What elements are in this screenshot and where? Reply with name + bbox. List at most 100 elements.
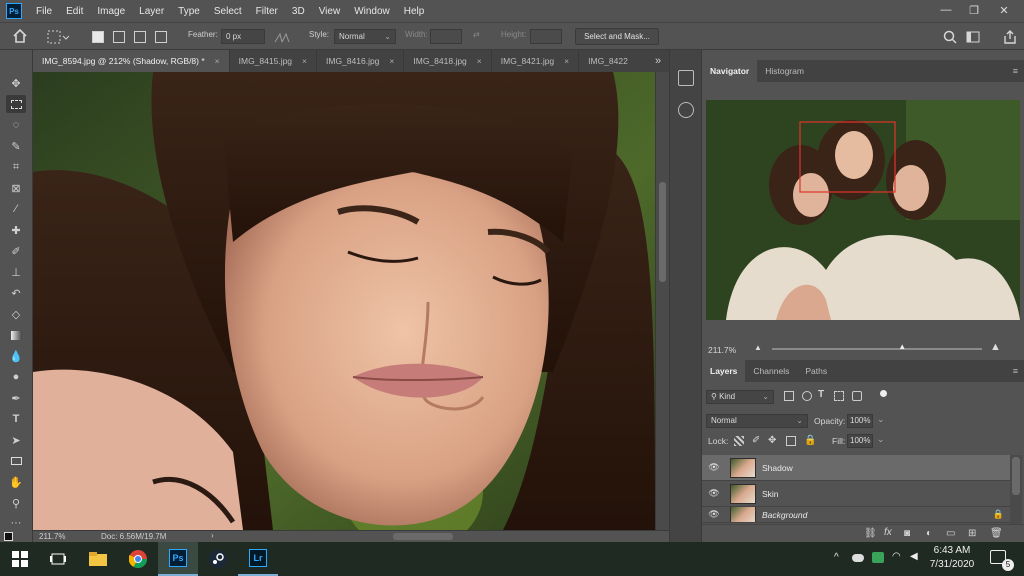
trash-icon[interactable]: 🗑 [990, 528, 1003, 539]
move-icon[interactable]: ✥ [6, 74, 26, 92]
search-icon[interactable] [943, 30, 957, 44]
path-select-icon[interactable]: ➤ [6, 431, 26, 449]
lock-transparent-icon[interactable] [734, 436, 744, 446]
filter-toggle-icon[interactable] [880, 390, 887, 397]
panel-menu-icon[interactable]: ≡ [1013, 60, 1024, 82]
new-layer-icon[interactable]: ⊞ [968, 528, 976, 539]
status-arrow-icon[interactable]: › [211, 531, 214, 540]
blend-mode-select[interactable]: Normal ⌄ [706, 414, 808, 428]
feather-input[interactable]: 0 px [221, 29, 265, 44]
chrome-icon[interactable] [118, 542, 158, 576]
chevron-down-icon[interactable]: ⌄ [877, 434, 885, 445]
tray-chevron-icon[interactable]: ^ [834, 552, 839, 563]
eraser-icon[interactable]: ◇ [6, 305, 26, 323]
style-select[interactable]: Normal ⌄ [334, 29, 396, 44]
layers-scrollbar[interactable] [1010, 455, 1022, 525]
zoom-in-icon[interactable]: ▲ [990, 341, 1001, 353]
blur-icon[interactable]: 💧 [6, 347, 26, 365]
stamp-icon[interactable]: ⊥ [6, 263, 26, 281]
layer-row-skin[interactable]: 👁 Skin [702, 481, 1010, 507]
tray-app-icon[interactable] [872, 552, 884, 563]
healing-icon[interactable]: ✚ [6, 221, 26, 239]
layer-name[interactable]: Shadow [762, 463, 793, 473]
zoom-out-icon[interactable]: ▲ [754, 343, 762, 352]
eye-icon[interactable]: 👁 [702, 509, 726, 520]
tab-img-8421[interactable]: IMG_8421.jpg × [491, 50, 580, 72]
wifi-icon[interactable]: ◠ [892, 551, 901, 562]
photoshop-taskbar-button[interactable]: Ps [158, 542, 198, 576]
lock-pixels-icon[interactable]: ✐ [752, 435, 760, 446]
eyedropper-icon[interactable]: ⁄ [6, 200, 26, 218]
rectangle-icon[interactable] [6, 452, 26, 470]
filter-smart-object-icon[interactable] [852, 391, 862, 401]
tab-paths[interactable]: Paths [797, 360, 835, 382]
cloud-icon[interactable] [852, 554, 864, 562]
windows-icon[interactable] [0, 542, 40, 576]
menu-3d[interactable]: 3D [292, 6, 305, 17]
layer-name[interactable]: Background [762, 510, 807, 520]
quick-select-icon[interactable]: ✎ [6, 137, 26, 155]
tab-img-8416[interactable]: IMG_8416.jpg × [317, 50, 405, 72]
tab-img-8415[interactable]: IMG_8415.jpg × [229, 50, 318, 72]
frame-icon[interactable]: ⊠ [6, 179, 26, 197]
navigator-thumbnail[interactable] [706, 100, 1020, 320]
zoom-icon[interactable]: ⚲ [6, 494, 26, 512]
menu-window[interactable]: Window [354, 6, 390, 17]
navigator-slider-knob[interactable]: ▲ [898, 343, 906, 351]
history-brush-icon[interactable]: ↶ [6, 284, 26, 302]
restore-button[interactable]: ❐ [958, 0, 990, 20]
filter-type-icon[interactable]: T [818, 389, 824, 400]
lock-artboard-icon[interactable] [786, 436, 796, 446]
anti-alias-icon[interactable] [274, 31, 290, 43]
task-view-icon[interactable] [38, 542, 78, 576]
tab-histogram[interactable]: Histogram [757, 60, 812, 82]
filter-adjustment-icon[interactable] [802, 391, 812, 401]
menu-layer[interactable]: Layer [139, 6, 164, 17]
taskbar-clock[interactable]: 6:43 AM 7/31/2020 [922, 545, 982, 570]
history-panel-icon[interactable] [678, 70, 694, 86]
type-icon[interactable]: T [6, 410, 26, 428]
layer-name[interactable]: Skin [762, 489, 779, 499]
tabs-overflow-button[interactable]: » [647, 50, 669, 72]
fx-icon[interactable]: fx [884, 527, 892, 538]
menu-file[interactable]: File [36, 6, 52, 17]
subtract-selection-icon[interactable] [134, 31, 146, 43]
filter-pixel-icon[interactable] [784, 391, 794, 401]
navigator-zoom-slider[interactable] [772, 348, 982, 350]
close-icon[interactable]: × [477, 56, 482, 66]
pen-icon[interactable]: ✒ [6, 389, 26, 407]
menu-view[interactable]: View [319, 6, 341, 17]
layer-row-shadow[interactable]: 👁 Shadow [702, 455, 1010, 481]
file-explorer-icon[interactable] [78, 542, 118, 576]
close-icon[interactable]: × [389, 56, 394, 66]
link-icon[interactable]: ⛓ [864, 528, 877, 539]
group-icon[interactable]: ▭ [946, 528, 955, 539]
new-selection-icon[interactable] [92, 31, 104, 43]
marquee-preset-icon[interactable] [46, 29, 70, 45]
crop-icon[interactable]: ⌗ [6, 158, 26, 176]
menu-type[interactable]: Type [178, 6, 200, 17]
properties-panel-icon[interactable] [678, 102, 694, 118]
layer-filter-select[interactable]: ⚲ Kind ⌄ [706, 390, 774, 404]
share-icon[interactable] [1003, 29, 1017, 45]
marquee-icon[interactable] [6, 95, 26, 113]
intersect-selection-icon[interactable] [155, 31, 167, 43]
eye-icon[interactable]: 👁 [702, 462, 726, 473]
dodge-icon[interactable]: ● [6, 368, 26, 386]
home-icon[interactable] [12, 28, 28, 44]
tab-img-8418[interactable]: IMG_8418.jpg × [404, 50, 492, 72]
tab-layers[interactable]: Layers [702, 360, 746, 382]
lock-all-icon[interactable]: 🔒 [804, 435, 816, 446]
lock-position-icon[interactable]: ✥ [768, 435, 776, 446]
vertical-scrollbar[interactable] [655, 72, 669, 530]
swap-icon[interactable]: ⇄ [473, 30, 480, 39]
tab-img-8594[interactable]: IMG_8594.jpg @ 212% (Shadow, RGB/8) * × [33, 50, 230, 72]
document-canvas[interactable] [33, 72, 655, 530]
volume-icon[interactable]: ◀ [910, 551, 918, 562]
brush-icon[interactable]: ✐ [6, 242, 26, 260]
panel-menu-icon[interactable]: ≡ [1013, 360, 1024, 382]
filter-shape-icon[interactable] [834, 391, 844, 401]
mask-icon[interactable]: ◙ [904, 528, 910, 539]
tab-channels[interactable]: Channels [745, 360, 797, 382]
navigator-zoom-value[interactable]: 211.7% [708, 345, 736, 355]
